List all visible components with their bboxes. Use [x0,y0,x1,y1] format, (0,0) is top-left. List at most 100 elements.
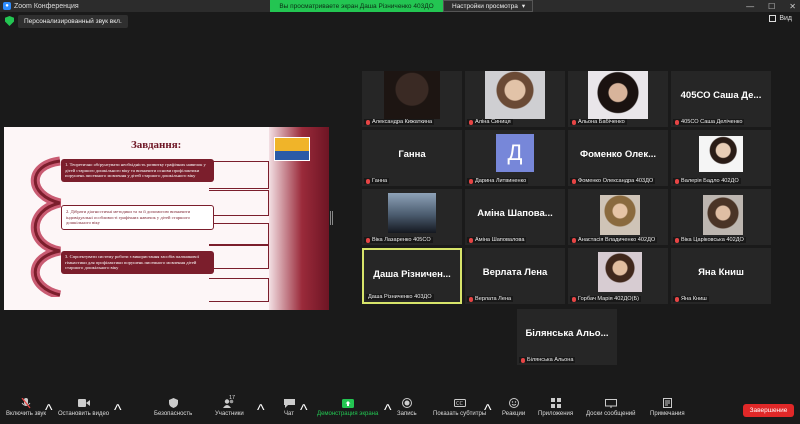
participant-caption: Фоменко Олександра 403ДО [570,178,656,184]
task-1: 1. Теоретично обґрунтувати необхідність … [61,159,214,182]
participant-tile[interactable]: Д Дарина Литвиненко [465,130,565,186]
participant-tile[interactable]: 405СО Саша Де... 405СО Саша Деліченко [671,71,771,127]
minimize-button[interactable]: — [746,2,754,11]
microphone-muted-icon [469,296,473,302]
participant-tile[interactable]: Білянська Альо... Білянська Альона [517,309,617,365]
stop-video-button[interactable]: Остановить видео [58,398,109,417]
microphone-muted-icon [366,178,370,184]
personalized-audio-pill[interactable]: Персонализированный звук вкл. [18,14,128,28]
participant-caption: Яна Книш [673,296,709,302]
participant-caption: Александра Кижаткина [364,119,435,125]
participant-caption: Ганна [364,178,390,184]
participant-caption: Аліна Синиця [467,119,513,125]
participant-caption: Віка Лазаренко 405СО [364,237,433,243]
participant-name: Дарина Литвиненко [475,178,527,184]
apps-label: Приложения [538,411,574,417]
participant-name: Аміна Шаповалова [475,237,525,243]
chevron-up-icon[interactable]: ^ [484,402,492,420]
participant-tile[interactable]: Анастасія Владиченко 402ДО [568,189,668,245]
maximize-button[interactable]: ☐ [768,2,775,11]
notes-label: Примечания [650,411,685,417]
participant-caption: Альона Бабіченко [570,119,627,125]
participant-caption: Горбач Марія 402ДО(Б) [570,296,642,302]
participant-display-name: Білянська Альо... [525,328,609,339]
split-view-handle[interactable] [330,211,333,225]
microphone-muted-icon [572,296,576,302]
chat-bubble-icon [283,398,295,408]
participant-video [703,195,743,235]
participant-display-name: Фоменко Олек... [579,149,657,160]
security-button[interactable]: Безопасность [154,398,192,417]
microphone-muted-icon [675,178,679,184]
participant-tile[interactable]: Альона Бабіченко [568,71,668,127]
whiteboards-label: Доски сообщений [586,411,636,417]
participant-display-name: 405СО Саша Де... [680,90,762,101]
participant-video [388,193,436,233]
participant-tile[interactable]: Віка Лазаренко 405СО [362,189,462,245]
participant-name: Валерія Бадло 402ДО [681,178,739,184]
notes-button[interactable]: Примечания [650,398,685,417]
window-title: Zoom Конференция [14,2,79,10]
microphone-muted-icon [572,119,576,125]
task-frame-2 [209,223,269,245]
task-frame-1b [209,190,269,216]
participant-tile[interactable]: Фоменко Олек... Фоменко Олександра 403ДО [568,130,668,186]
show-captions-button[interactable]: CC Показать субтитры [433,398,486,417]
view-options-dropdown[interactable]: Настройки просмотра ▾ [443,0,533,12]
microphone-muted-icon [469,237,473,243]
participant-display-name: Верлата Лена [482,267,548,278]
slide-title: Завдання: [131,139,182,151]
chevron-up-icon[interactable]: ^ [45,402,53,420]
participant-caption: Віка Царіковська 402ДО [673,237,746,243]
participant-name: Білянська Альона [527,357,574,363]
participant-caption: Анастасія Владиченко 402ДО [570,237,658,243]
task-3: 3. Спроектувати систему роботи з викорис… [61,251,214,274]
view-button[interactable]: Вид [769,15,792,22]
reactions-button[interactable]: Реакции [502,398,525,417]
microphone-muted-icon [572,178,576,184]
share-screen-label: Демонстрация экрана [317,411,379,417]
participant-tile[interactable]: Аліна Синиця [465,71,565,127]
participant-tile[interactable]: Даша Різничен... Даша Різниченко 403ДО [362,248,462,304]
participants-icon: 17 [223,395,235,408]
unmute-button[interactable]: Включить звук [6,397,47,417]
microphone-muted-icon [366,237,370,243]
stop-video-label: Остановить видео [58,411,110,417]
close-button[interactable]: ✕ [789,2,796,11]
participant-name: Аліна Синиця [475,119,511,125]
viewing-share-banner: Вы просматриваете экран Даша Різниченко … [270,0,443,12]
participant-name: Горбач Марія 402ДО(Б) [578,296,640,302]
participant-tile[interactable]: Верлата Лена Верлата Лена [465,248,565,304]
chevron-up-icon[interactable]: ^ [257,402,265,420]
chat-label: Чат [284,411,294,417]
avatar: Д [496,134,534,172]
unmute-label: Включить звук [6,411,47,417]
task-frame-2b [209,245,269,269]
participant-tile[interactable]: Яна Книш Яна Книш [671,248,771,304]
participant-tile[interactable]: Александра Кижаткина [362,71,462,127]
participant-tile[interactable]: Аміна Шапова... Аміна Шаповалова [465,189,565,245]
participant-video [600,195,640,235]
participant-display-name: Даша Різничен... [373,269,451,280]
chevron-up-icon[interactable]: ^ [300,402,308,420]
participant-tile[interactable]: Ганна Ганна [362,130,462,186]
whiteboards-button[interactable]: Доски сообщений [586,398,636,417]
chevron-up-icon[interactable]: ^ [384,402,392,420]
captions-icon: CC [453,398,466,408]
chevron-up-icon[interactable]: ^ [114,402,122,420]
record-button[interactable]: Запись [397,398,417,417]
encryption-shield-icon[interactable] [5,16,14,26]
apps-button[interactable]: Приложения [538,398,573,417]
share-screen-button[interactable]: Демонстрация экрана [317,398,378,417]
participant-video [598,252,642,292]
participant-caption: Валерія Бадло 402ДО [673,178,741,184]
participant-name: Віка Лазаренко 405СО [372,237,431,243]
chat-button[interactable]: Чат [283,398,295,417]
microphone-muted-icon [366,119,370,125]
participant-tile[interactable]: Валерія Бадло 402ДО [671,130,771,186]
participant-video [588,71,648,119]
participant-tile[interactable]: Горбач Марія 402ДО(Б) [568,248,668,304]
end-meeting-button[interactable]: Завершение [743,404,794,417]
participant-tile[interactable]: Віка Царіковська 402ДО [671,189,771,245]
participants-button[interactable]: 17 Участники [215,395,244,417]
